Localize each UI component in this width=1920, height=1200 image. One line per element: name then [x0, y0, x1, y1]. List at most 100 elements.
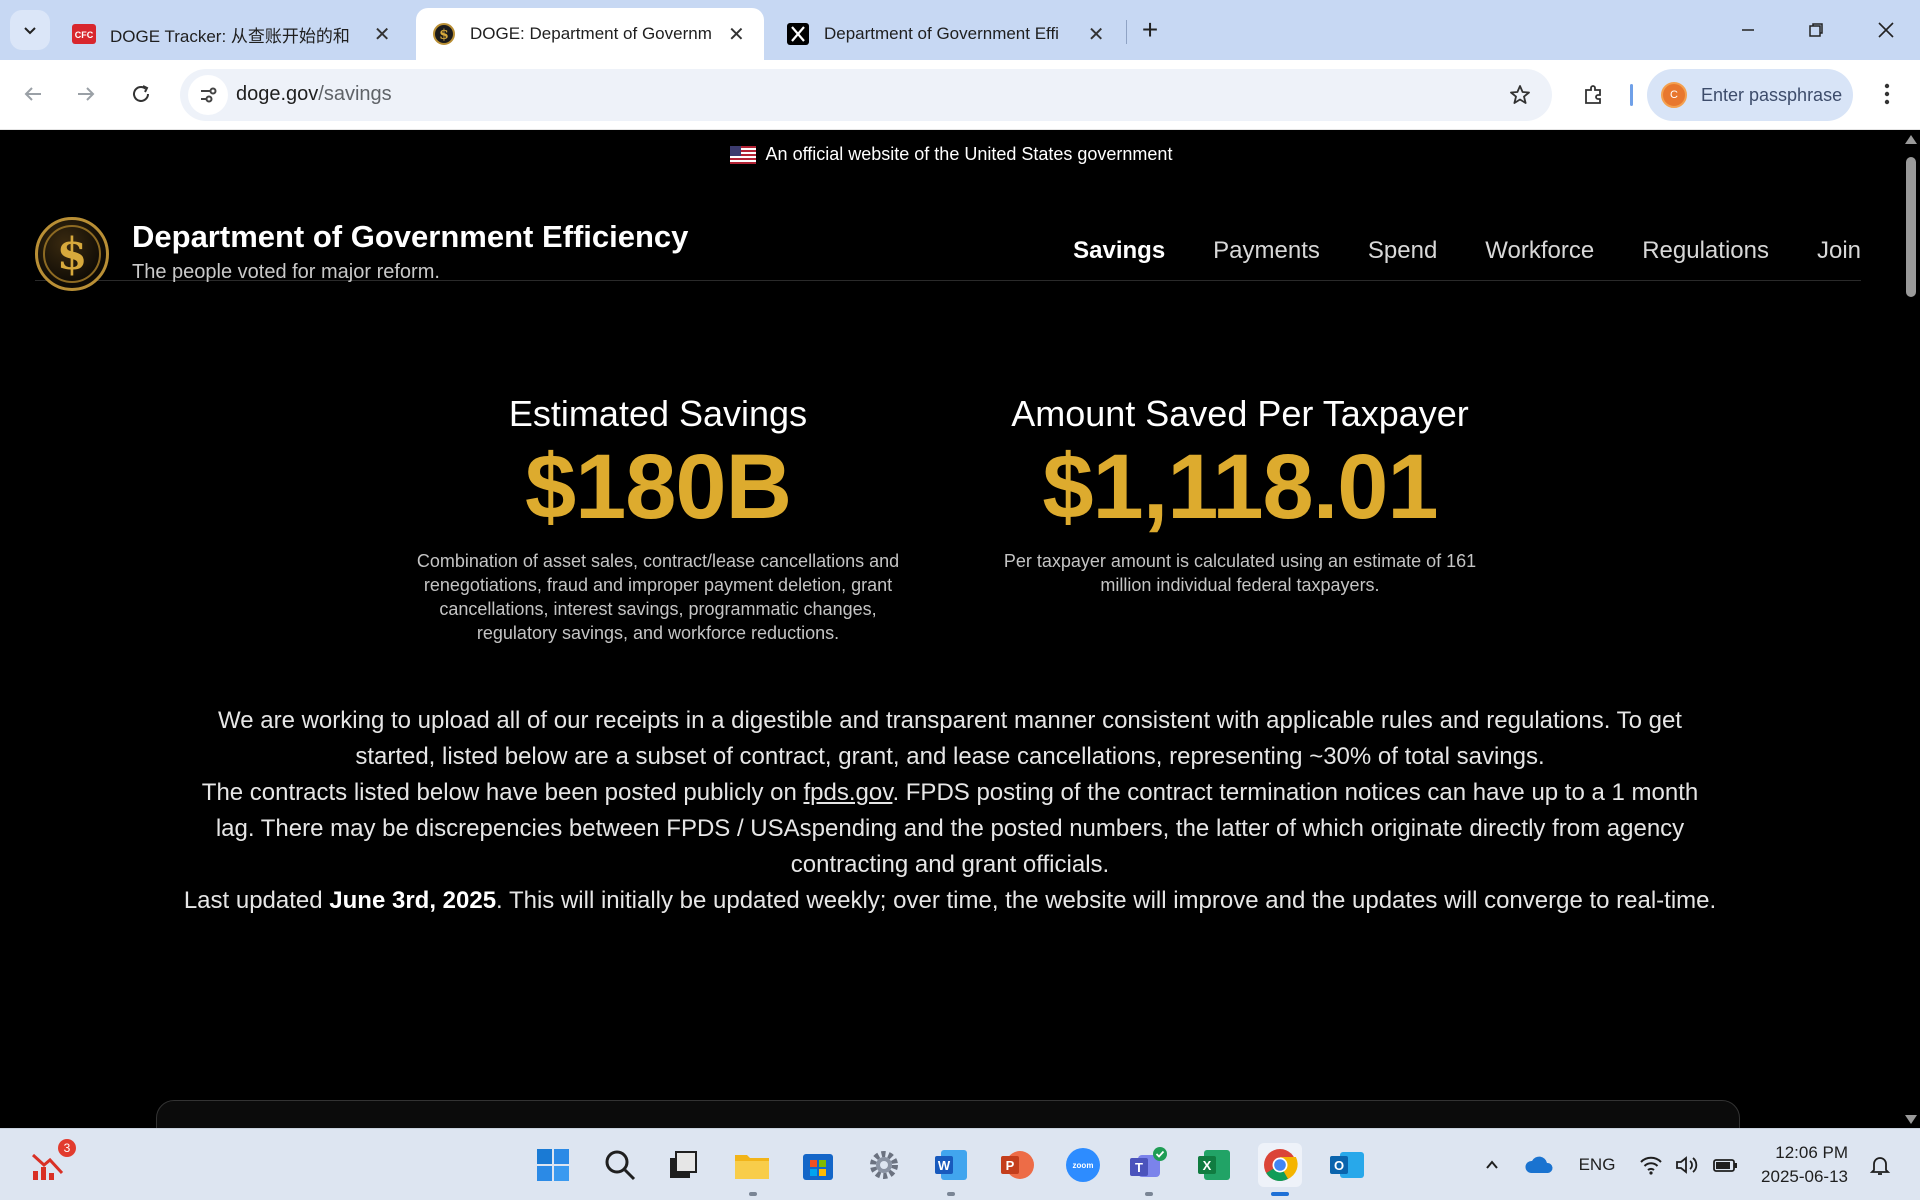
- powerpoint-button[interactable]: P: [995, 1143, 1039, 1187]
- extensions-button[interactable]: [1574, 74, 1614, 114]
- word-button[interactable]: W: [929, 1143, 973, 1187]
- url-text[interactable]: doge.gov/savings: [236, 83, 392, 106]
- outlook-button[interactable]: O: [1325, 1143, 1369, 1187]
- stat-note: Per taxpayer amount is calculated using …: [1003, 551, 1477, 595]
- estimated-savings-stat: Estimated Savings $180B Combination of a…: [408, 393, 908, 645]
- fpds-link[interactable]: fpds.gov: [803, 779, 892, 806]
- tab-title: DOGE Tracker: 从查账开始的和: [110, 26, 350, 46]
- fpds-text-before: The contracts listed below have been pos…: [201, 779, 804, 806]
- scrollbar-thumb[interactable]: [1906, 157, 1916, 297]
- nav-payments[interactable]: Payments: [1213, 237, 1320, 265]
- svg-text:X: X: [1203, 1158, 1212, 1173]
- minimize-icon: [1742, 29, 1754, 31]
- arrow-left-icon: [24, 87, 41, 101]
- nav-join[interactable]: Join: [1817, 237, 1861, 265]
- profile-button[interactable]: C Enter passphrase: [1647, 69, 1853, 121]
- file-explorer-button[interactable]: [730, 1143, 774, 1187]
- site-info-button[interactable]: [188, 75, 228, 115]
- chrome-icon: [1264, 1149, 1298, 1182]
- chrome-button[interactable]: [1258, 1143, 1302, 1187]
- minimize-button[interactable]: [1728, 10, 1768, 50]
- more-vertical-icon: [1884, 83, 1890, 105]
- stat-label: Estimated Savings: [508, 393, 808, 434]
- zoom-button[interactable]: zoom: [1061, 1143, 1105, 1187]
- fpds-paragraph: The contracts listed below have been pos…: [180, 775, 1720, 883]
- close-icon: [1878, 22, 1894, 38]
- system-clock[interactable]: 12:06 PM 2025-06-13: [1748, 1141, 1848, 1189]
- gear-icon: [870, 1151, 898, 1179]
- close-icon[interactable]: ✕: [725, 22, 748, 46]
- receipts-card: [156, 1100, 1740, 1128]
- language-indicator[interactable]: ENG: [1574, 1149, 1620, 1181]
- word-icon: W: [935, 1150, 967, 1180]
- outlook-icon: O: [1330, 1152, 1364, 1178]
- excel-icon: X: [1198, 1150, 1230, 1180]
- show-hidden-icons-button[interactable]: [1478, 1149, 1506, 1181]
- back-button[interactable]: [13, 74, 53, 114]
- dollar-seal-icon: $: [43, 225, 101, 283]
- tab-doge-savings[interactable]: $ DOGE: Department of Governm ✕: [416, 8, 764, 60]
- scroll-up-icon[interactable]: [1905, 135, 1917, 144]
- restore-button[interactable]: [1796, 10, 1836, 50]
- nav-savings[interactable]: Savings: [1073, 237, 1165, 265]
- teams-button[interactable]: T: [1126, 1143, 1170, 1187]
- close-icon[interactable]: ✕: [370, 22, 394, 46]
- excel-button[interactable]: X: [1192, 1143, 1236, 1187]
- start-button[interactable]: [531, 1143, 575, 1187]
- search-button[interactable]: [598, 1143, 642, 1187]
- doge-seal-logo[interactable]: $: [35, 217, 109, 291]
- speaker-icon: [1676, 1156, 1698, 1174]
- close-icon[interactable]: ✕: [1084, 22, 1108, 46]
- close-window-button[interactable]: [1866, 10, 1906, 50]
- scroll-down-icon[interactable]: [1905, 1115, 1917, 1124]
- web-page: An official website of the United States…: [0, 131, 1902, 1128]
- wifi-button[interactable]: [1636, 1149, 1666, 1181]
- tab-doge-tracker[interactable]: CFC DOGE Tracker: 从查账开始的和 ✕: [56, 8, 410, 60]
- notifications-button[interactable]: [1864, 1149, 1896, 1181]
- reload-button[interactable]: [121, 74, 161, 114]
- task-view-button[interactable]: [661, 1143, 705, 1187]
- nav-spend[interactable]: Spend: [1368, 237, 1437, 265]
- updated-text-after: . This will initially be updated weekly;…: [496, 887, 1717, 914]
- chevron-up-icon: [1486, 1160, 1498, 1169]
- stock-widget-button[interactable]: 3: [26, 1139, 76, 1187]
- profile-avatar: C: [1661, 82, 1687, 108]
- address-bar[interactable]: doge.gov/savings: [180, 69, 1552, 121]
- svg-text:O: O: [1334, 1158, 1344, 1173]
- nav-regulations[interactable]: Regulations: [1642, 237, 1769, 265]
- stat-note: Combination of asset sales, contract/lea…: [416, 551, 900, 643]
- url-host: doge.gov: [236, 83, 319, 105]
- tab-x-post[interactable]: Department of Government Effi ✕: [770, 8, 1124, 60]
- svg-text:W: W: [938, 1158, 951, 1173]
- bookmark-star-button[interactable]: [1506, 81, 1534, 109]
- reload-icon: [133, 85, 149, 102]
- onedrive-button[interactable]: [1522, 1149, 1556, 1181]
- x-favicon-icon: [786, 22, 810, 46]
- updated-date: June 3rd, 2025: [329, 887, 497, 914]
- running-indicator: [1145, 1192, 1153, 1196]
- cfc-favicon-icon: CFC: [72, 22, 96, 46]
- store-icon: [803, 1154, 833, 1180]
- tab-search-button[interactable]: [10, 10, 50, 50]
- nav-workforce[interactable]: Workforce: [1485, 237, 1594, 265]
- svg-text:T: T: [1135, 1160, 1143, 1175]
- gov-banner-text: An official website of the United States…: [765, 144, 1173, 164]
- tab-title: DOGE: Department of Governm: [470, 24, 712, 43]
- forward-button[interactable]: [66, 74, 106, 114]
- running-indicator: [947, 1192, 955, 1196]
- plus-icon: +: [1141, 14, 1159, 45]
- main-nav: Savings Payments Spend Workforce Regulat…: [1073, 237, 1861, 265]
- new-tab-button[interactable]: +: [1132, 12, 1168, 48]
- browser-menu-button[interactable]: [1870, 74, 1904, 114]
- settings-button[interactable]: [862, 1143, 906, 1187]
- us-flag-icon: [729, 145, 756, 164]
- powerpoint-icon: P: [1001, 1151, 1034, 1179]
- store-button[interactable]: [796, 1143, 840, 1187]
- battery-icon: [1713, 1159, 1737, 1172]
- volume-button[interactable]: [1672, 1149, 1702, 1181]
- site-header: $ Department of Government Efficiency Th…: [35, 181, 1861, 291]
- site-name[interactable]: Department of Government Efficiency: [132, 219, 688, 255]
- stat-label: Amount Saved Per Taxpayer: [1011, 393, 1469, 434]
- battery-button[interactable]: [1710, 1149, 1742, 1181]
- page-scrollbar[interactable]: [1902, 131, 1920, 1128]
